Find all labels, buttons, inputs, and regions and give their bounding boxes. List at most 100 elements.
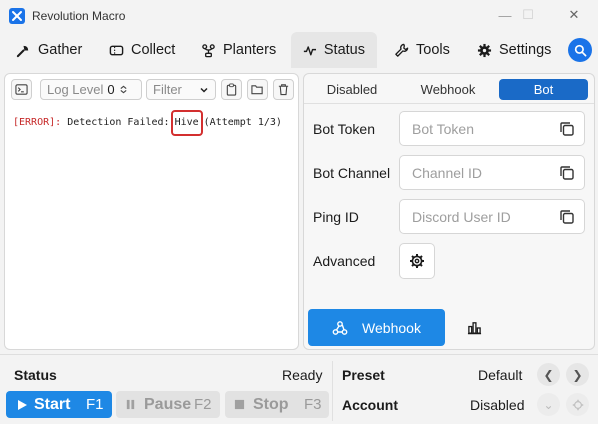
stats-button[interactable]	[464, 317, 484, 337]
bottom-bar: Status Ready Preset Default ❮ ❯ Start F1…	[0, 354, 598, 424]
chevron-updown-icon	[120, 85, 127, 94]
tab-bot[interactable]: Bot	[499, 79, 588, 100]
advanced-label: Advanced	[313, 253, 376, 269]
tab-label: Status	[323, 42, 365, 58]
log-output: [ERROR]: Detection Failed: Hive (Attempt 1…	[13, 110, 294, 136]
chevron-down-icon: ⌄	[543, 397, 554, 412]
preset-prev-button[interactable]: ❮	[537, 363, 560, 386]
stop-button[interactable]: Stop F3	[225, 391, 329, 418]
filter-select[interactable]: Filter	[146, 79, 216, 100]
chevron-right-icon: ❯	[572, 367, 583, 382]
app-logo-icon	[9, 8, 25, 24]
search-icon	[574, 44, 586, 56]
maximize-button[interactable]: ☐	[511, 0, 545, 30]
log-level-select[interactable]: Log Level 0	[40, 79, 142, 100]
main-nav: Gather Collect Planters Status Tools Set…	[0, 32, 598, 70]
pause-icon	[126, 399, 135, 410]
copy-icon[interactable]	[559, 165, 575, 181]
window-title: Revolution Macro	[32, 9, 126, 23]
webhook-icon	[332, 320, 348, 335]
minimize-icon: —	[498, 7, 512, 23]
tab-label: Bot	[533, 82, 554, 97]
tab-collect[interactable]: Collect	[97, 32, 187, 68]
tab-disabled[interactable]: Disabled	[308, 79, 396, 100]
bot-token-label: Bot Token	[313, 121, 376, 137]
stop-icon	[234, 399, 245, 410]
ticket-icon	[109, 45, 124, 55]
bot-token-placeholder: Bot Token	[412, 120, 475, 137]
close-icon: ✕	[568, 7, 580, 22]
log-tag-error: [ERROR]:	[13, 117, 62, 128]
pause-label: Pause	[144, 395, 192, 413]
chevron-down-icon	[200, 87, 208, 93]
bar-chart-icon	[467, 321, 481, 334]
pause-hotkey: F2	[194, 396, 212, 413]
pulse-icon	[303, 45, 317, 56]
stop-label: Stop	[253, 395, 289, 413]
log-level-value: 0	[107, 82, 115, 97]
clear-log-button[interactable]	[273, 79, 294, 100]
preset-label: Preset	[342, 367, 385, 383]
log-toolbar: Log Level 0 Filter	[5, 74, 298, 106]
console-button[interactable]	[11, 79, 32, 100]
search-button[interactable]	[568, 38, 592, 62]
log-entry: [ERROR]: Detection Failed: Hive (Attempt 1…	[13, 110, 294, 136]
log-panel: Log Level 0 Filter [ERROR]: Detection Fa…	[4, 73, 299, 350]
tab-tools[interactable]: Tools	[382, 32, 462, 68]
planter-icon	[202, 43, 215, 57]
copy-log-button[interactable]	[221, 79, 242, 100]
tab-gather[interactable]: Gather	[4, 32, 94, 68]
title-bar: Revolution Macro — ☐ ✕	[0, 0, 598, 32]
start-button[interactable]: Start F1	[6, 391, 112, 418]
divider	[332, 361, 333, 421]
tab-status[interactable]: Status	[291, 32, 377, 68]
tab-label: Gather	[38, 42, 83, 58]
tab-label: Disabled	[326, 82, 378, 97]
mode-tabs: Disabled Webhook Bot	[304, 74, 594, 104]
bot-token-input[interactable]: Bot Token	[399, 111, 585, 146]
gear-icon	[477, 43, 492, 57]
account-label: Account	[342, 397, 398, 413]
ping-id-input[interactable]: Discord User ID	[399, 199, 585, 234]
log-level-label: Log Level	[47, 82, 104, 97]
play-icon	[18, 399, 27, 410]
ping-id-label: Ping ID	[313, 209, 359, 225]
preset-next-button[interactable]: ❯	[566, 363, 589, 386]
tab-webhook[interactable]: Webhook	[404, 79, 492, 100]
gather-icon	[16, 45, 29, 57]
gear-icon	[572, 399, 583, 410]
advanced-settings-button[interactable]	[399, 243, 435, 279]
filter-label: Filter	[153, 82, 182, 97]
start-label: Start	[34, 395, 71, 413]
webhook-button-label: Webhook	[362, 319, 421, 336]
close-button[interactable]: ✕	[557, 0, 591, 30]
tab-label: Webhook	[420, 82, 476, 97]
folder-icon	[251, 85, 263, 95]
clipboard-icon	[226, 83, 237, 96]
preset-value: Default	[478, 367, 523, 383]
terminal-icon	[15, 84, 28, 95]
tab-planters[interactable]: Planters	[189, 32, 288, 68]
log-highlight: Hive	[170, 110, 203, 136]
bot-channel-label: Bot Channel	[313, 165, 391, 181]
account-dropdown-button[interactable]: ⌄	[537, 393, 560, 416]
tab-label: Tools	[416, 42, 450, 58]
pause-button[interactable]: Pause F2	[116, 391, 220, 418]
channel-id-placeholder: Channel ID	[412, 164, 483, 181]
notification-panel: Disabled Webhook Bot Bot Token Bot Token…	[303, 73, 595, 350]
gear-icon	[410, 254, 424, 268]
tab-label: Planters	[223, 42, 277, 58]
copy-icon[interactable]	[559, 209, 575, 225]
account-settings-button[interactable]	[566, 393, 589, 416]
start-hotkey: F1	[86, 396, 104, 413]
bot-channel-input[interactable]: Channel ID	[399, 155, 585, 190]
webhook-button[interactable]: Webhook	[308, 309, 445, 346]
maximize-icon: ☐	[522, 7, 534, 22]
open-folder-button[interactable]	[247, 79, 268, 100]
tab-settings[interactable]: Settings	[465, 32, 563, 68]
tab-label: Settings	[499, 42, 552, 58]
log-suffix: (Attempt 1/3)	[203, 117, 282, 128]
app-window: Revolution Macro — ☐ ✕ Gather Collect Pl…	[0, 0, 598, 424]
tab-label: Collect	[131, 42, 176, 58]
copy-icon[interactable]	[559, 121, 575, 137]
